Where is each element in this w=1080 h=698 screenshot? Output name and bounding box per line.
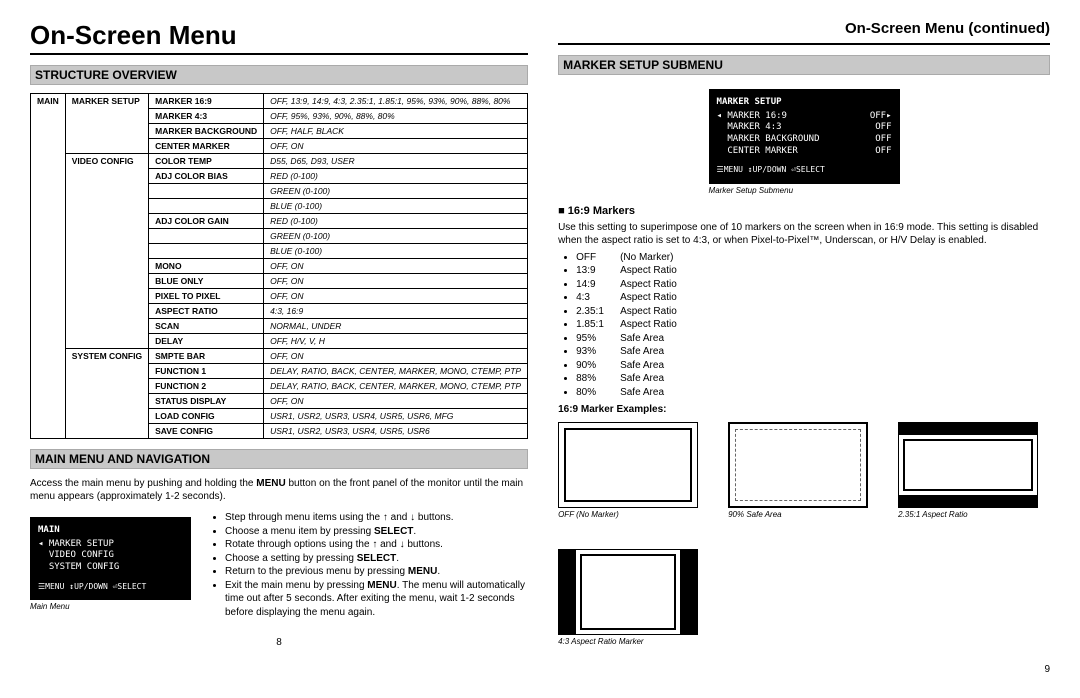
markers-desc: Use this setting to superimpose one of 1… bbox=[558, 221, 1050, 247]
page-title-right: On-Screen Menu (continued) bbox=[558, 20, 1050, 45]
heading-marker-setup: Marker Setup Submenu bbox=[558, 55, 1050, 75]
main-menu-image: MAIN ◂ MARKER SETUP VIDEO CONFIG SYSTEM … bbox=[30, 517, 191, 600]
marker-submenu-image: MARKER SETUP ◂ MARKER 16:9OFF▸ MARKER 4:… bbox=[709, 89, 900, 184]
markers-list: OFF(No Marker)13:9Aspect Ratio14:9Aspect… bbox=[558, 251, 1050, 400]
heading-navigation: Main Menu and Navigation bbox=[30, 449, 528, 469]
marker-examples: OFF (No Marker) 90% Safe Area 2.35:1 Asp… bbox=[558, 422, 1050, 646]
structure-table: MAINMARKER SETUPMARKER 16:9OFF, 13:9, 14… bbox=[30, 93, 528, 439]
heading-structure: Structure Overview bbox=[30, 65, 528, 85]
nav-steps: Step through menu items using the ↑ and … bbox=[207, 511, 528, 619]
marker-submenu-caption: Marker Setup Submenu bbox=[709, 186, 900, 195]
page-number-left: 8 bbox=[30, 637, 528, 648]
main-menu-caption: Main Menu bbox=[30, 602, 191, 611]
page-number-right: 9 bbox=[558, 664, 1050, 675]
page-title-left: On-Screen Menu bbox=[30, 20, 528, 55]
nav-intro: Access the main menu by pushing and hold… bbox=[30, 477, 528, 503]
heading-169-markers: 16:9 Markers bbox=[558, 205, 1050, 217]
examples-heading: 16:9 Marker Examples: bbox=[558, 403, 1050, 416]
